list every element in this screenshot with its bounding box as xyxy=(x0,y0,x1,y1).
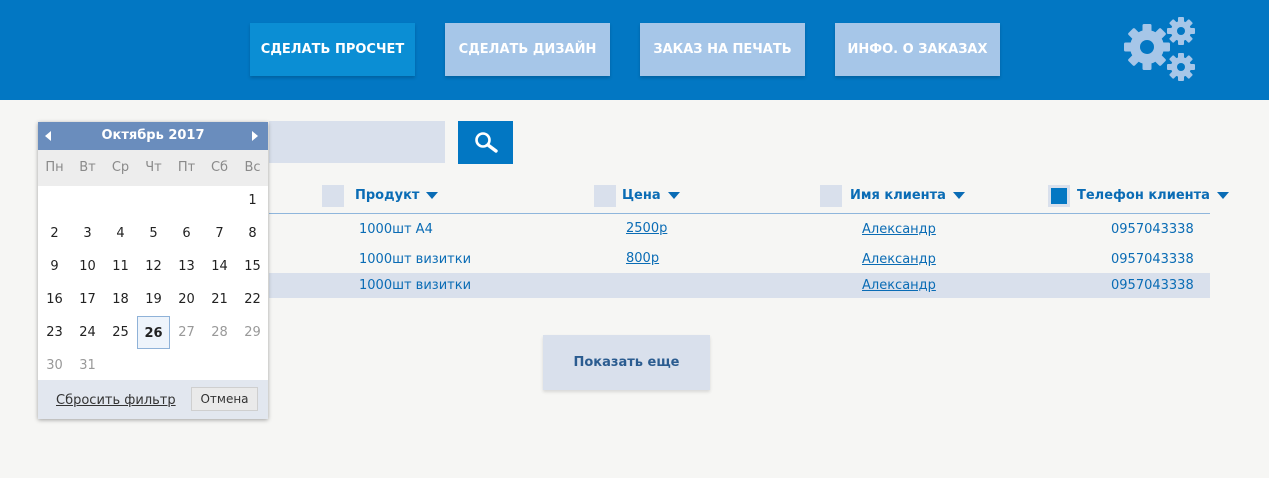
calendar-day[interactable]: 24 xyxy=(71,316,104,349)
product-column-header[interactable]: Продукт xyxy=(355,188,439,203)
weekday-label: Вт xyxy=(79,160,96,175)
prev-month-arrow-icon[interactable] xyxy=(45,131,51,141)
calendar-day[interactable]: 8 xyxy=(236,217,269,250)
calendar-day[interactable]: 13 xyxy=(170,250,203,283)
weekday-label: Вс xyxy=(244,160,261,175)
calendar-day[interactable]: 22 xyxy=(236,283,269,316)
calendar-day[interactable]: 14 xyxy=(203,250,236,283)
calendar-day[interactable]: 15 xyxy=(236,250,269,283)
client-name-link[interactable]: Александр xyxy=(862,222,936,237)
product-cell: 1000шт визитки xyxy=(359,278,472,293)
reset-filter-link[interactable]: Сбросить фильтр xyxy=(56,393,176,408)
calendar-month-title: Октябрь 2017 xyxy=(101,128,205,143)
calendar-day[interactable]: 23 xyxy=(38,316,71,349)
calendar-day[interactable]: 5 xyxy=(137,217,170,250)
price-column-label: Цена xyxy=(622,188,661,203)
calendar-day[interactable]: 9 xyxy=(38,250,71,283)
sort-down-icon xyxy=(1216,192,1229,199)
calendar-day[interactable]: 1 xyxy=(236,184,269,217)
phone-cell: 0957043338 xyxy=(1111,222,1194,237)
top-header: СДЕЛАТЬ ПРОСЧЕТ СДЕЛАТЬ ДИЗАЙН ЗАКАЗ НА … xyxy=(0,0,1269,100)
nav-make-design-button[interactable]: СДЕЛАТЬ ДИЗАЙН xyxy=(445,23,610,76)
calendar-day[interactable]: 11 xyxy=(104,250,137,283)
calendar-day[interactable]: 10 xyxy=(71,250,104,283)
product-column-label: Продукт xyxy=(355,188,420,203)
sort-down-icon xyxy=(426,192,439,199)
sort-down-icon xyxy=(952,192,965,199)
client-phone-column-header[interactable]: Телефон клиента xyxy=(1077,188,1229,203)
price-cell[interactable]: 2500р xyxy=(626,221,667,236)
table-header-divider xyxy=(269,213,1210,214)
cancel-button[interactable]: Отмена xyxy=(191,387,258,411)
search-button[interactable] xyxy=(458,121,513,164)
calendar-day[interactable]: 30 xyxy=(38,349,71,382)
phone-cell: 0957043338 xyxy=(1111,252,1194,267)
search-input[interactable] xyxy=(269,121,445,163)
calendar-day[interactable]: 19 xyxy=(137,283,170,316)
weekday-label: Чт xyxy=(145,160,162,175)
calendar-day[interactable]: 21 xyxy=(203,283,236,316)
gears-icon[interactable] xyxy=(1120,14,1200,84)
date-picker-popup: Октябрь 2017 Пн Вт Ср Чт Пт Сб Вс 1 2 3 4 5 6 7 8 9 10 1… xyxy=(38,122,268,419)
calendar-day[interactable]: 3 xyxy=(71,217,104,250)
calendar-day[interactable]: 4 xyxy=(104,217,137,250)
client-phone-column-checkbox[interactable] xyxy=(1048,185,1070,207)
product-column-checkbox[interactable] xyxy=(322,185,344,207)
next-month-arrow-icon[interactable] xyxy=(252,131,258,141)
calendar-day[interactable]: 28 xyxy=(203,316,236,349)
client-name-column-checkbox[interactable] xyxy=(820,185,842,207)
nav-orders-info-button[interactable]: ИНФО. О ЗАКАЗАХ xyxy=(835,23,1000,76)
calendar-day[interactable]: 18 xyxy=(104,283,137,316)
calendar-day[interactable]: 12 xyxy=(137,250,170,283)
client-phone-column-label: Телефон клиента xyxy=(1077,188,1210,203)
client-name-link[interactable]: Александр xyxy=(862,252,936,267)
price-column-header[interactable]: Цена xyxy=(622,188,680,203)
phone-cell: 0957043338 xyxy=(1111,278,1194,293)
calendar-day[interactable]: 20 xyxy=(170,283,203,316)
nav-make-estimate-button[interactable]: СДЕЛАТЬ ПРОСЧЕТ xyxy=(250,23,415,76)
client-name-column-label: Имя клиента xyxy=(850,188,946,203)
client-name-column-header[interactable]: Имя клиента xyxy=(850,188,965,203)
product-cell: 1000шт А4 xyxy=(359,222,433,237)
calendar-day[interactable]: 17 xyxy=(71,283,104,316)
nav-print-order-button[interactable]: ЗАКАЗ НА ПЕЧАТЬ xyxy=(640,23,805,76)
client-name-link[interactable]: Александр xyxy=(862,278,936,293)
calendar-day[interactable]: 25 xyxy=(104,316,137,349)
weekday-label: Пт xyxy=(177,160,196,175)
show-more-button[interactable]: Показать еще xyxy=(543,335,710,390)
calendar-day-selected[interactable]: 26 xyxy=(137,316,170,349)
calendar-day[interactable]: 16 xyxy=(38,283,71,316)
price-cell[interactable]: 800р xyxy=(626,251,659,266)
product-cell: 1000шт визитки xyxy=(359,252,472,267)
sort-down-icon xyxy=(667,192,680,199)
calendar-day[interactable]: 6 xyxy=(170,217,203,250)
calendar-day[interactable]: 2 xyxy=(38,217,71,250)
calendar-day[interactable]: 31 xyxy=(71,349,104,382)
calendar-day[interactable]: 27 xyxy=(170,316,203,349)
calendar-day[interactable]: 29 xyxy=(236,316,269,349)
weekday-label: Пн xyxy=(45,160,64,175)
weekday-label: Ср xyxy=(111,160,130,175)
weekday-label: Сб xyxy=(210,160,229,175)
price-column-checkbox[interactable] xyxy=(594,185,616,207)
calendar-day[interactable]: 7 xyxy=(203,217,236,250)
search-icon xyxy=(474,131,498,153)
